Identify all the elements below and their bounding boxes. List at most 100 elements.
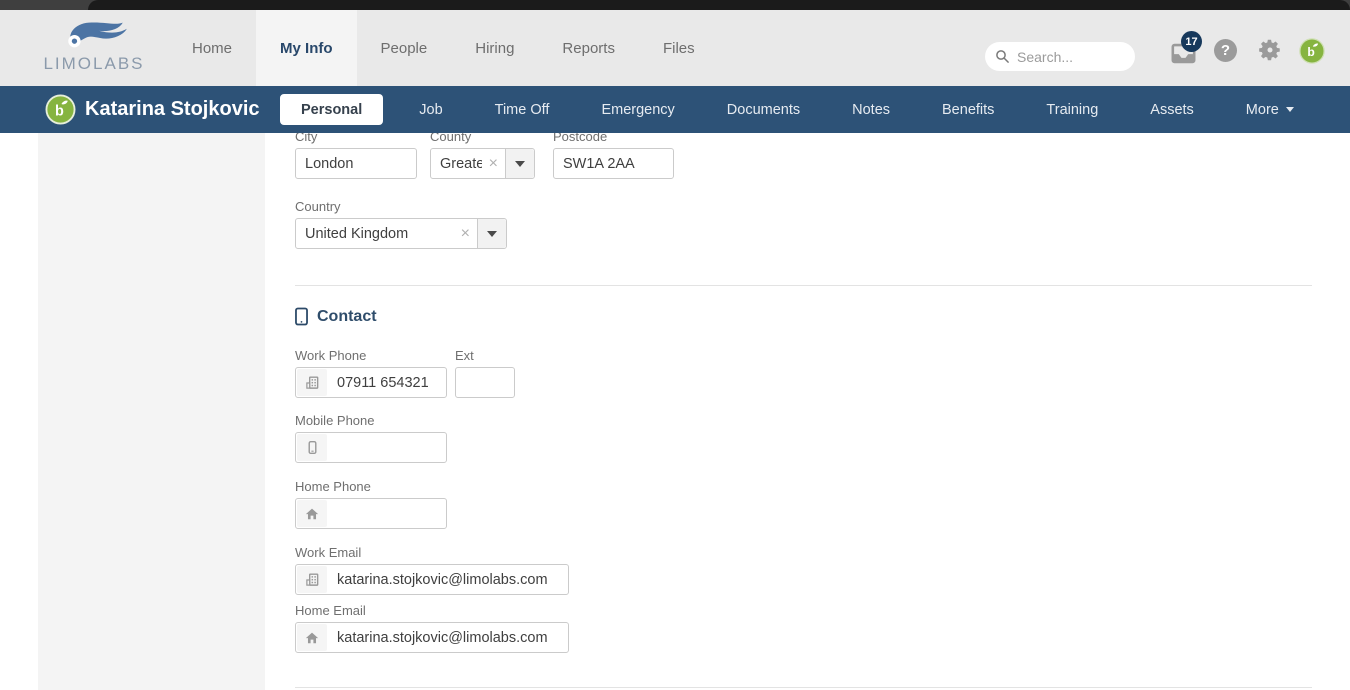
nav-hiring-label: Hiring: [475, 40, 514, 57]
home-email-group: Home Email: [295, 603, 569, 653]
postcode-input[interactable]: [554, 149, 673, 178]
contact-heading-text: Contact: [317, 308, 377, 326]
nav-people[interactable]: People: [357, 10, 452, 86]
section-divider: [295, 285, 1312, 286]
county-label: County: [430, 133, 535, 144]
nav-reports-label: Reports: [562, 40, 615, 57]
inbox-badge: 17: [1181, 31, 1202, 52]
tab-emergency-label: Emergency: [601, 102, 674, 118]
employee-avatar: b: [45, 94, 76, 130]
work-email-icon-box: [297, 566, 327, 593]
country-label: Country: [295, 199, 507, 214]
avatar-icon: b: [1299, 38, 1325, 64]
home-icon: [305, 507, 319, 521]
nav-files-label: Files: [663, 40, 695, 57]
ext-input[interactable]: [456, 368, 514, 397]
postcode-field: [553, 148, 674, 179]
chevron-down-icon: [1286, 107, 1294, 112]
tab-job[interactable]: Job: [393, 86, 468, 133]
tab-benefits[interactable]: Benefits: [916, 86, 1020, 133]
tab-personal[interactable]: Personal: [280, 94, 383, 125]
search-icon: [995, 49, 1010, 64]
limolabs-logo-icon: [58, 16, 130, 56]
mobile-icon-box: [297, 434, 327, 461]
mobile-phone-input[interactable]: [328, 433, 446, 462]
employee-bar: b Katarina Stojkovic Personal Job Time O…: [0, 86, 1350, 133]
clear-icon[interactable]: ×: [482, 155, 505, 173]
browser-tab: [88, 0, 1350, 10]
nav-my-info[interactable]: My Info: [256, 10, 357, 86]
tab-notes-label: Notes: [852, 102, 890, 118]
home-email-input[interactable]: [328, 623, 568, 652]
address-row: City County Greater... × Postcode: [295, 133, 1312, 179]
main-nav: Home My Info People Hiring Reports Files: [168, 10, 719, 86]
svg-text:b: b: [55, 104, 64, 120]
mobile-phone-icon: [305, 440, 320, 455]
city-input[interactable]: [296, 149, 416, 178]
tab-documents[interactable]: Documents: [701, 86, 826, 133]
mobile-device-icon: [295, 307, 308, 326]
contact-section-heading: Contact: [295, 307, 1312, 326]
work-email-label: Work Email: [295, 545, 569, 560]
ext-label: Ext: [455, 348, 515, 363]
tab-time-off[interactable]: Time Off: [469, 86, 576, 133]
ext-field: [455, 367, 515, 398]
svg-text:b: b: [1307, 45, 1314, 59]
logo-text: LIMOLABS: [43, 54, 144, 74]
city-label: City: [295, 133, 417, 144]
nav-people-label: People: [381, 40, 428, 57]
nav-my-info-label: My Info: [280, 40, 333, 57]
user-avatar[interactable]: b: [1299, 38, 1325, 69]
tab-more-label: More: [1246, 102, 1279, 118]
county-dropdown-button[interactable]: [505, 149, 534, 178]
nav-home[interactable]: Home: [168, 10, 256, 86]
country-select[interactable]: United Kingdom ×: [295, 218, 507, 249]
employee-tabs: Personal Job Time Off Emergency Document…: [280, 86, 1320, 133]
employee-sidebar: [38, 133, 265, 690]
tab-training[interactable]: Training: [1020, 86, 1124, 133]
help-button[interactable]: ?: [1214, 39, 1237, 62]
tab-job-label: Job: [419, 102, 442, 118]
tab-emergency[interactable]: Emergency: [575, 86, 700, 133]
home-email-label: Home Email: [295, 603, 569, 618]
work-phone-input[interactable]: [328, 368, 446, 397]
country-dropdown-button[interactable]: [477, 219, 506, 248]
tab-more[interactable]: More: [1220, 86, 1320, 133]
tab-assets[interactable]: Assets: [1124, 86, 1220, 133]
settings-button[interactable]: [1257, 37, 1283, 68]
work-email-group: Work Email: [295, 545, 569, 595]
nav-reports[interactable]: Reports: [538, 10, 639, 86]
tab-time-off-label: Time Off: [495, 102, 550, 118]
limolabs-logo: LIMOLABS: [28, 16, 160, 80]
home-phone-input[interactable]: [328, 499, 446, 528]
dropdown-arrow-icon: [487, 231, 497, 237]
search-input[interactable]: [1017, 49, 1122, 65]
nav-hiring[interactable]: Hiring: [451, 10, 538, 86]
search-box[interactable]: [985, 42, 1135, 71]
app-header: LIMOLABS Home My Info People Hiring Repo…: [0, 10, 1350, 86]
mobile-phone-label: Mobile Phone: [295, 413, 447, 428]
gear-icon: [1257, 37, 1283, 63]
city-field: [295, 148, 417, 179]
personal-form: City County Greater... × Postcode Countr…: [295, 133, 1312, 690]
section-divider: [295, 687, 1312, 688]
tab-assets-label: Assets: [1150, 102, 1194, 118]
home-email-field: [295, 622, 569, 653]
nav-home-label: Home: [192, 40, 232, 57]
question-mark-icon: ?: [1221, 42, 1230, 59]
building-icon: [305, 572, 320, 587]
inbox-button[interactable]: 17: [1170, 40, 1206, 70]
county-select[interactable]: Greater... ×: [430, 148, 535, 179]
mobile-phone-field: [295, 432, 447, 463]
nav-files[interactable]: Files: [639, 10, 719, 86]
home-email-icon-box: [297, 624, 327, 651]
tab-benefits-label: Benefits: [942, 102, 994, 118]
tab-notes[interactable]: Notes: [826, 86, 916, 133]
browser-top-strip: [0, 0, 1350, 10]
clear-icon[interactable]: ×: [454, 225, 477, 243]
work-email-input[interactable]: [328, 565, 568, 594]
home-phone-field: [295, 498, 447, 529]
employee-avatar-icon: b: [45, 94, 76, 125]
postcode-label: Postcode: [553, 133, 674, 144]
dropdown-arrow-icon: [515, 161, 525, 167]
